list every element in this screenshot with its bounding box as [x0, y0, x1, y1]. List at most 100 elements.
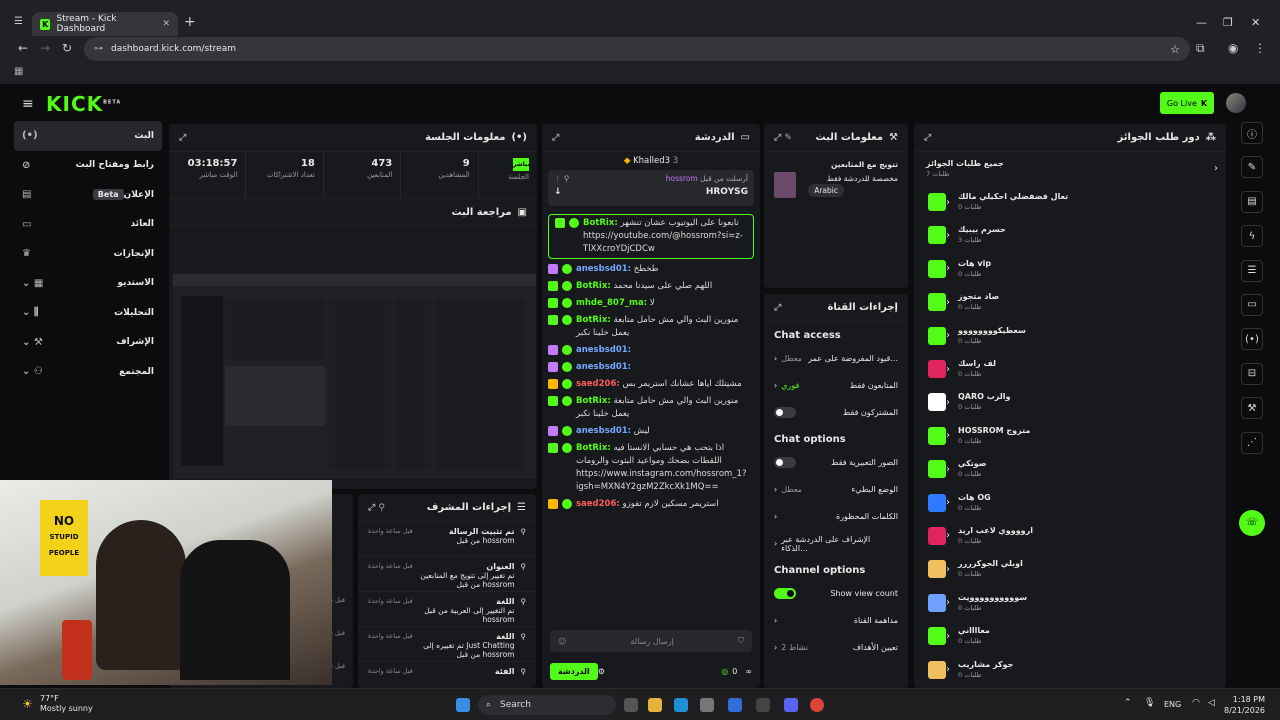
lightning-icon[interactable]: ϟ — [1241, 225, 1263, 248]
setting-row[interactable]: › فوري المتابعون فقط — [764, 372, 908, 399]
mod-actions-expand-icon[interactable]: ⤢ ⚲ — [368, 503, 385, 513]
setting-row[interactable]: › الإشراف على الدردشة عبر الذكاء... — [764, 530, 908, 557]
chat-username[interactable]: anesbsd01: — [576, 426, 631, 436]
close-window-icon[interactable]: ✕ — [1251, 16, 1260, 29]
expand-icon[interactable]: ⤢ — [179, 133, 186, 143]
panel-icon[interactable]: ⊟ — [1241, 362, 1263, 385]
maximize-icon[interactable]: ❐ — [1223, 16, 1233, 29]
reward-queue-expand-icon[interactable]: ⤢ — [924, 133, 931, 143]
task-view-icon[interactable] — [624, 698, 638, 712]
pin-icon[interactable]: ⋮ ⚲ — [554, 174, 569, 183]
chat-message[interactable]: BotRix: منورين البث والي مش حامل متابعة … — [542, 393, 760, 423]
send-chat-button[interactable]: الدردشة — [550, 662, 598, 680]
reward-row[interactable]: هات vip 0 طلبات › — [914, 252, 1226, 285]
setting-row[interactable]: › مداهمة القناة — [764, 607, 908, 634]
all-rewards-row[interactable]: › جميع طلبات الجوائز 7 طلبات — [914, 152, 1226, 185]
chrome-icon[interactable] — [810, 698, 824, 712]
mod-action-row[interactable]: قبل ساعة واحدة اللغة تم تغييره إلى Just Ch… — [358, 627, 536, 662]
setting-row[interactable]: › الكلمات المحظورة — [764, 503, 908, 530]
reward-row[interactable]: معااااني 0 طلبات › — [914, 619, 1226, 652]
browser-tab[interactable]: K Stream - Kick Dashboard ✕ — [32, 12, 178, 36]
reward-row[interactable]: لف راسك 0 طلبات › — [914, 352, 1226, 385]
taskbar-search[interactable]: ⌕ Search — [478, 695, 616, 715]
chat-username[interactable]: BotRix: — [576, 315, 611, 325]
pinned-message[interactable]: ⋮ ⚲ hossrom أرسلت من قبل ↓ HROYSG — [548, 170, 754, 206]
setting-row[interactable]: › معطل الوضع البطيء — [764, 476, 908, 503]
wifi-icon[interactable]: ◠ — [1192, 698, 1200, 708]
volume-icon[interactable]: ◁ — [1208, 698, 1215, 708]
share-icon[interactable]: ⋰ — [1241, 431, 1263, 454]
toggle-switch[interactable] — [774, 407, 796, 418]
minimize-icon[interactable]: — — [1196, 16, 1207, 29]
sidebar-item-ads[interactable]: ▤ Beta الإعلان — [14, 180, 162, 210]
mod-action-row[interactable]: قبل ساعة واحدة تم تثبيت الرسالة من قبل hos… — [358, 522, 536, 557]
weather-widget[interactable]: 77°F Mostly sunny — [40, 694, 93, 714]
reward-row[interactable]: تعال فضفضلي احكيلي مالك 0 طلبات › — [914, 185, 1226, 218]
clock[interactable]: 1:18 PM 8/21/2026 — [1224, 694, 1265, 716]
sidebar-item-revenue[interactable]: ▭ العائد — [14, 210, 162, 240]
reward-row[interactable]: ارووووي لاعب اريد 0 طلبات › — [914, 519, 1226, 552]
browser-menu-icon[interactable]: ⋮ — [1254, 41, 1266, 55]
weather-icon[interactable]: ☀ — [22, 697, 33, 711]
extensions-icon[interactable]: ⧉ — [1196, 41, 1205, 56]
chat-settings-icon[interactable]: ⚙ — [598, 667, 605, 676]
address-bar[interactable]: ⊶ dashboard.kick.com/stream ☆ — [84, 37, 1190, 61]
chat-message[interactable]: BotRix: اذا بتحب هي حسابي الانستا فيه ال… — [542, 440, 760, 496]
link-icon[interactable]: ∞ — [745, 667, 752, 676]
mod-action-row[interactable]: قبل ساعة واحدة العنوان تم تغيير إلى تتويج … — [358, 557, 536, 592]
mod-action-row[interactable]: قبل ساعة واحدة اللغة تم التغيير إلى العربي… — [358, 592, 536, 627]
chat-widget-icon[interactable]: ▭ — [1241, 293, 1263, 316]
reward-row[interactable]: سعطيكوووووووو 0 طلبات › — [914, 319, 1226, 352]
apps-grid-icon[interactable]: ▦ — [14, 66, 23, 77]
bookmark-star-icon[interactable]: ☆ — [1170, 43, 1180, 56]
setting-row[interactable]: المشتركون فقط — [764, 399, 908, 426]
reward-row[interactable]: صوتكي 0 طلبات › — [914, 453, 1226, 486]
mail-icon[interactable] — [728, 698, 742, 712]
broadcast-icon[interactable]: (•) — [1241, 328, 1263, 351]
support-chat-icon[interactable]: ☏ — [1239, 509, 1265, 536]
setting-row[interactable]: Show view count — [764, 580, 908, 607]
layout-icon[interactable]: ▤ — [1241, 190, 1263, 213]
chat-message[interactable]: anesbsd01: طخطخ — [542, 261, 760, 278]
list-icon[interactable]: ☰ — [1241, 259, 1263, 282]
chat-input[interactable]: ☺ إرسال رسالة ⛉ — [550, 630, 752, 652]
forward-icon[interactable]: → — [40, 41, 50, 55]
chat-popout-icon[interactable]: ⤢ — [552, 133, 559, 143]
reward-row[interactable]: جوكر مشاريب 0 طلبات › — [914, 653, 1226, 686]
close-tab-icon[interactable]: ✕ — [162, 19, 170, 29]
reward-row[interactable]: حسرم بيبيك 3 طلبات › — [914, 219, 1226, 252]
chat-username[interactable]: BotRix: — [576, 281, 611, 291]
chat-message[interactable]: BotRix: تابعونا على اليوتيوب عشان تنشهر … — [548, 214, 754, 259]
app-icon[interactable] — [756, 698, 770, 712]
reward-row[interactable]: هات OG 0 طلبات › — [914, 486, 1226, 519]
chat-message[interactable]: saed206: استريمر مسكين لازم تفوزو — [542, 496, 760, 513]
chat-username[interactable]: BotRix: — [583, 218, 618, 228]
channel-actions-expand-icon[interactable]: ⤢ — [774, 303, 781, 313]
sidebar-item-analytics[interactable]: ⌄ ⫼ التحليلات — [14, 298, 162, 328]
chat-message[interactable]: anesbsd01: — [542, 342, 760, 359]
go-live-button[interactable]: Go Live K — [1160, 92, 1214, 114]
chat-username[interactable]: mhde_807_ma: — [576, 298, 647, 308]
stream-info-expand-icon[interactable]: ⤢ ✎ — [774, 133, 792, 143]
discord-icon[interactable] — [784, 698, 798, 712]
edge-icon[interactable] — [674, 698, 688, 712]
setting-row[interactable]: الصور التعبيرية فقط — [764, 449, 908, 476]
sidebar-item-achievements[interactable]: ♛ الإنجازات — [14, 239, 162, 269]
kick-logo[interactable]: KICKBETA — [46, 92, 121, 116]
setting-row[interactable]: › معطل قيود المفروضة على عمر... — [764, 345, 908, 372]
sidebar-item-stream-key[interactable]: ⊘ رابط ومفتاح البث — [14, 151, 162, 181]
back-icon[interactable]: ← — [18, 41, 28, 55]
sidebar-item-community[interactable]: ⌄ ⚇ المجتمع — [14, 357, 162, 387]
reward-row[interactable]: صاد متجوز 0 طلبات › — [914, 286, 1226, 319]
start-icon[interactable] — [456, 698, 470, 712]
chat-message[interactable]: saed206: مشيتلك اياها عشانك استريمر بس — [542, 376, 760, 393]
mic-icon[interactable]: 🎙 — [1144, 698, 1155, 708]
edit-icon[interactable]: ✎ — [1241, 156, 1263, 179]
user-avatar[interactable] — [1226, 93, 1246, 113]
reward-row[interactable]: QARO والرب 0 طلبات › — [914, 386, 1226, 419]
chat-username[interactable]: saed206: — [576, 499, 620, 509]
toggle-switch[interactable] — [774, 588, 796, 599]
tray-chevron-icon[interactable]: ⌃ — [1124, 698, 1132, 708]
chat-username[interactable]: BotRix: — [576, 443, 611, 453]
chat-message[interactable]: mhde_807_ma: لا — [542, 295, 760, 312]
